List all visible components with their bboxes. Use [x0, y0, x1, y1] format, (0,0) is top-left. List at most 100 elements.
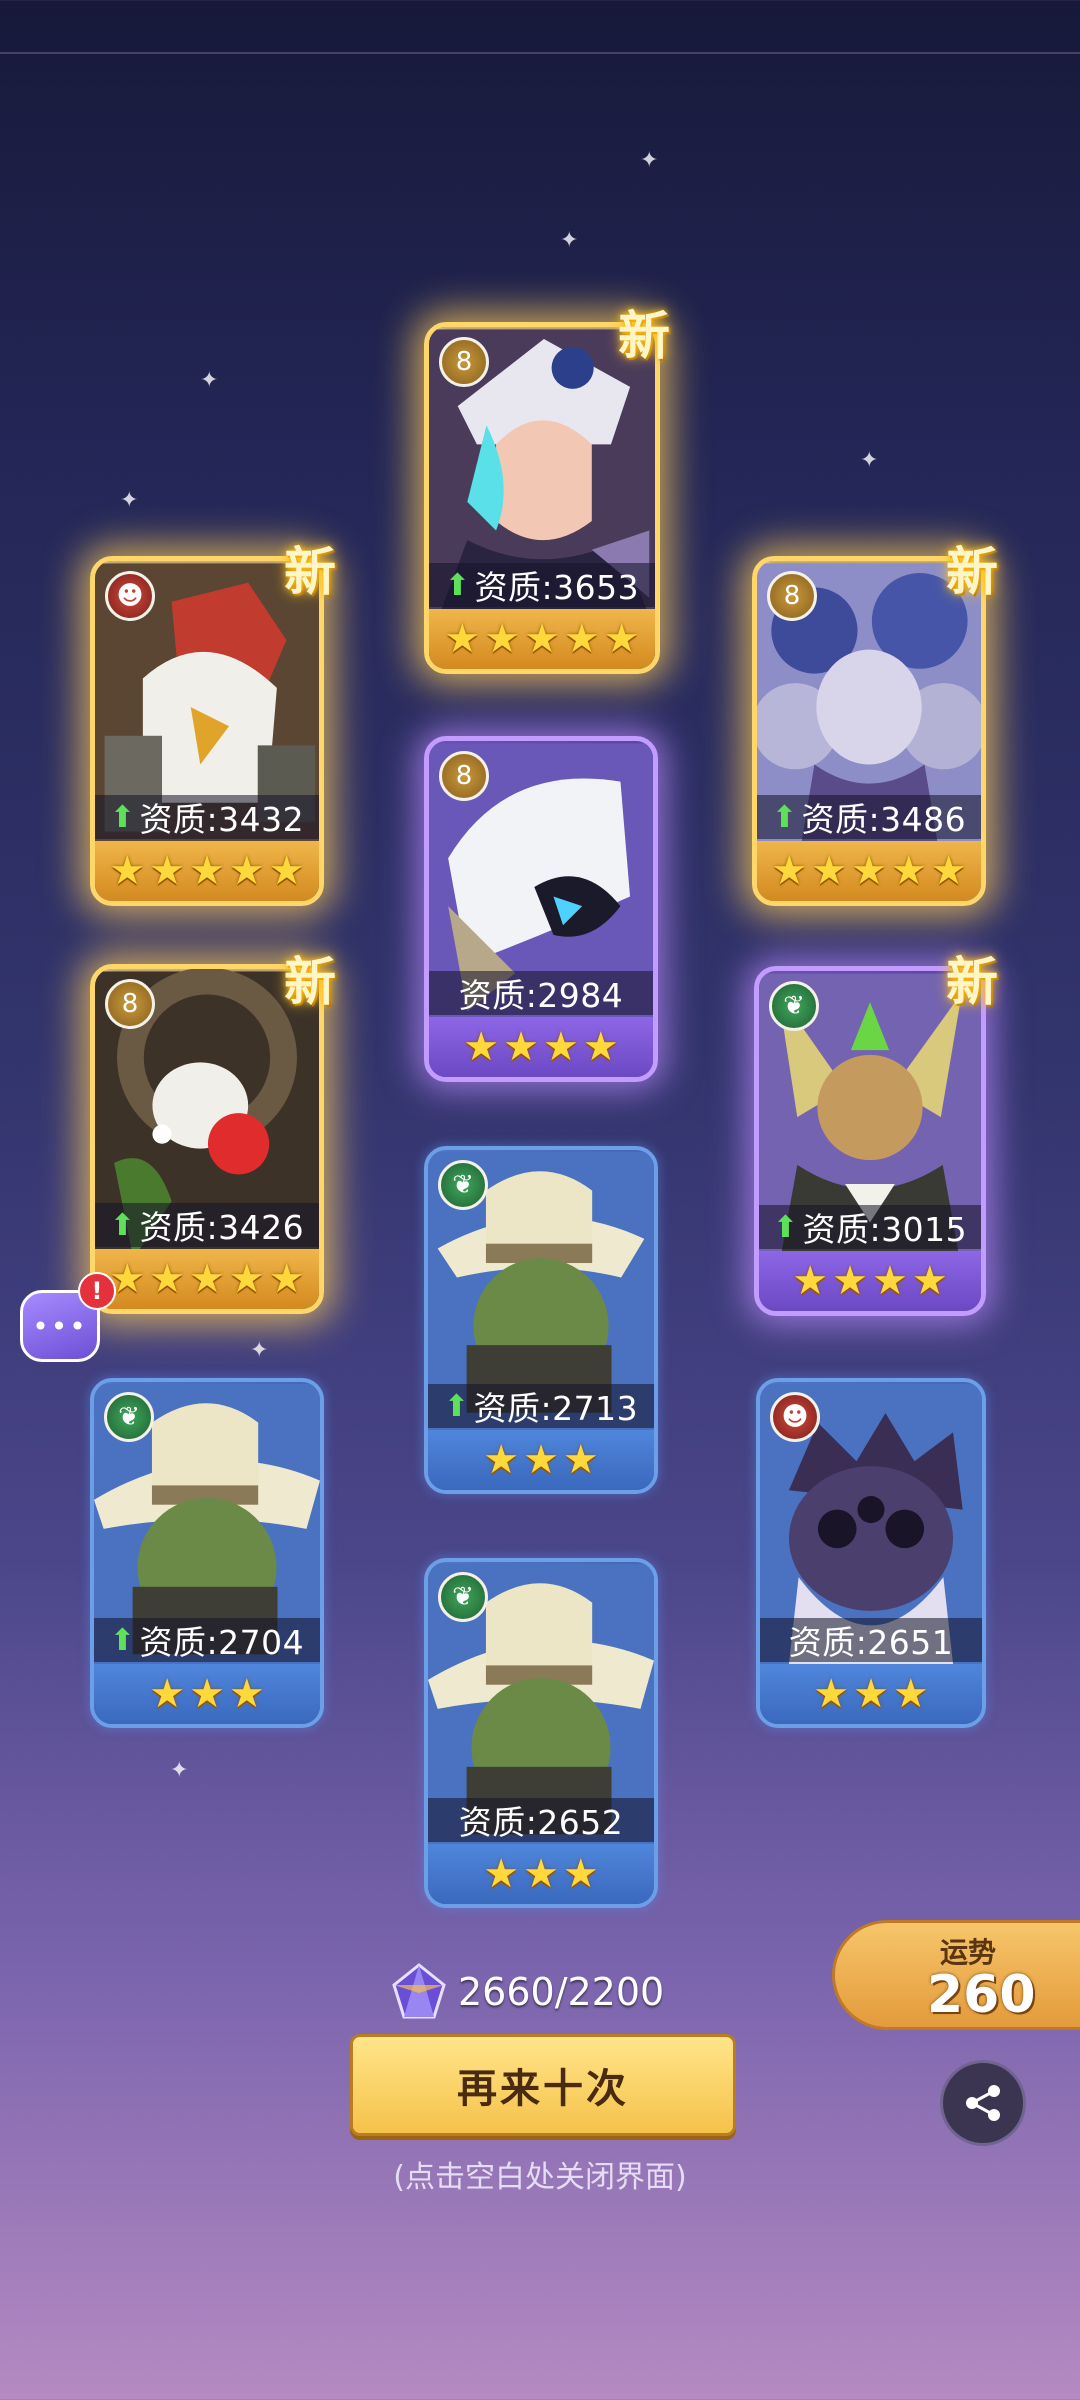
- fortune-value: 260: [927, 1965, 1036, 2025]
- star-icon: ★: [503, 1024, 539, 1070]
- stat-label: 资质:3426: [139, 1208, 305, 1247]
- stat-bar: ⬆ 资质:3426: [95, 1203, 319, 1247]
- stat-bar: ⬆ 资质:2713: [428, 1384, 654, 1428]
- star-icon: ★: [562, 1437, 599, 1483]
- figure-8-icon: 8: [783, 581, 801, 611]
- star-row: ★ ★ ★: [428, 1844, 654, 1904]
- star-row: ★ ★ ★: [428, 1430, 654, 1490]
- star-icon: ★: [149, 848, 186, 894]
- new-tag: 新: [284, 952, 337, 1013]
- star-icon: ★: [811, 848, 848, 894]
- star-icon: ★: [228, 1671, 265, 1717]
- arrow-up-icon: ⬆: [109, 1622, 136, 1658]
- star-icon: ★: [851, 848, 887, 894]
- element-badge: 8: [439, 751, 489, 801]
- element-badge: 8: [105, 979, 155, 1029]
- stat-label: 资质:2984: [458, 976, 624, 1015]
- star-icon: ★: [892, 1671, 929, 1717]
- star-row: ★ ★ ★ ★ ★: [429, 609, 655, 669]
- hero-card-9[interactable]: ☻ 资质:2651 ★ ★ ★: [756, 1378, 986, 1728]
- star-icon: ★: [832, 1258, 868, 1304]
- element-badge: ❦: [104, 1392, 154, 1442]
- element-badge: 8: [767, 571, 817, 621]
- hero-card-6[interactable]: ❦ ⬆ 资质:3015 ★ ★ ★ ★: [754, 966, 986, 1316]
- leaf-icon: ❦: [452, 1170, 474, 1200]
- star-icon: ★: [771, 848, 808, 894]
- star-icon: ★: [523, 1851, 559, 1897]
- new-tag: 新: [284, 542, 337, 603]
- stat-label: 资质:3015: [802, 1210, 968, 1249]
- arrow-up-icon: ⬆: [444, 567, 471, 603]
- new-tag: 新: [618, 306, 671, 367]
- star-icon: ★: [228, 848, 265, 894]
- beast-face-icon: ☻: [781, 1402, 809, 1432]
- summon-again-button[interactable]: 再来十次: [350, 2034, 736, 2136]
- star-icon: ★: [563, 616, 600, 662]
- sparkle-icon: ✦: [170, 1758, 189, 1783]
- star-icon: ★: [890, 848, 927, 894]
- stat-label: 资质:3486: [801, 800, 967, 839]
- star-row: ★ ★ ★: [94, 1664, 320, 1724]
- star-row: ★ ★ ★ ★ ★: [95, 1249, 319, 1309]
- hero-card-3[interactable]: 8 ⬆ 资质:3486 ★ ★ ★ ★ ★: [752, 556, 986, 906]
- stat-label: 资质:2651: [788, 1623, 954, 1662]
- close-hint: (点击空白处关闭界面): [393, 2160, 687, 2195]
- hero-card-5[interactable]: 8 ⬆ 资质:3426 ★ ★ ★ ★ ★: [90, 964, 324, 1314]
- stat-bar: ⬆ 资质:3486: [757, 795, 981, 839]
- element-badge: ☻: [105, 571, 155, 621]
- currency-amount: 2660/2200: [458, 1970, 665, 2014]
- star-icon: ★: [228, 1256, 265, 1302]
- hero-card-2[interactable]: ☻ ⬆ 资质:3432 ★ ★ ★ ★ ★: [90, 556, 324, 906]
- hero-card-8[interactable]: ❦ ⬆ 资质:2704 ★ ★ ★: [90, 1378, 324, 1728]
- sparkle-icon: ✦: [860, 448, 879, 473]
- sparkle-icon: ✦: [200, 368, 219, 393]
- new-tag: 新: [946, 952, 999, 1013]
- figure-8-icon: 8: [121, 989, 139, 1019]
- element-badge: ☻: [770, 1392, 820, 1442]
- star-icon: ★: [444, 616, 481, 662]
- hero-card-1[interactable]: 8 ⬆ 资质:3653 ★ ★ ★ ★ ★: [424, 322, 660, 674]
- star-icon: ★: [582, 1024, 619, 1070]
- figure-8-icon: 8: [455, 761, 473, 791]
- star-icon: ★: [562, 1851, 599, 1897]
- star-icon: ★: [189, 1671, 225, 1717]
- figure-8-icon: 8: [455, 347, 473, 377]
- stat-label: 资质:2704: [139, 1623, 305, 1662]
- chat-alert-badge: !: [78, 1272, 116, 1310]
- hero-card-10[interactable]: ❦ 资质:2652 ★ ★ ★: [424, 1558, 658, 1908]
- element-badge: ❦: [438, 1572, 488, 1622]
- arrow-up-icon: ⬆: [772, 1209, 799, 1245]
- star-icon: ★: [484, 616, 521, 662]
- fortune-panel[interactable]: 运势 260: [832, 1920, 1080, 2030]
- hero-card-7[interactable]: ❦ ⬆ 资质:2713 ★ ★ ★: [424, 1146, 658, 1494]
- star-icon: ★: [109, 848, 146, 894]
- arrow-up-icon: ⬆: [109, 799, 136, 835]
- stat-bar: 资质:2652: [428, 1798, 654, 1842]
- star-icon: ★: [268, 1256, 305, 1302]
- star-icon: ★: [189, 1256, 225, 1302]
- stat-bar: ⬆ 资质:3015: [759, 1205, 981, 1249]
- star-icon: ★: [463, 1024, 500, 1070]
- sparkle-icon: ✦: [120, 488, 139, 513]
- leaf-icon: ❦: [452, 1582, 474, 1612]
- star-icon: ★: [911, 1258, 948, 1304]
- sparkle-icon: ✦: [250, 1338, 269, 1363]
- star-row: ★ ★ ★ ★: [429, 1017, 653, 1077]
- share-button[interactable]: [940, 2060, 1026, 2146]
- star-icon: ★: [524, 616, 560, 662]
- new-tag: 新: [946, 542, 999, 603]
- stat-bar: 资质:2651: [760, 1618, 982, 1662]
- hero-card-4[interactable]: 8 资质:2984 ★ ★ ★ ★: [424, 736, 658, 1082]
- sparkle-icon: ✦: [640, 148, 659, 173]
- star-icon: ★: [149, 1256, 186, 1302]
- top-divider: [0, 52, 1080, 54]
- star-icon: ★: [483, 1851, 520, 1897]
- star-row: ★ ★ ★ ★ ★: [757, 841, 981, 901]
- stat-bar: ⬆ 资质:2704: [94, 1618, 320, 1662]
- sparkle-icon: ✦: [560, 228, 579, 253]
- star-icon: ★: [792, 1258, 829, 1304]
- arrow-up-icon: ⬆: [109, 1207, 136, 1243]
- arrow-up-icon: ⬆: [771, 799, 798, 835]
- stat-bar: ⬆ 资质:3653: [429, 563, 655, 607]
- star-icon: ★: [268, 848, 305, 894]
